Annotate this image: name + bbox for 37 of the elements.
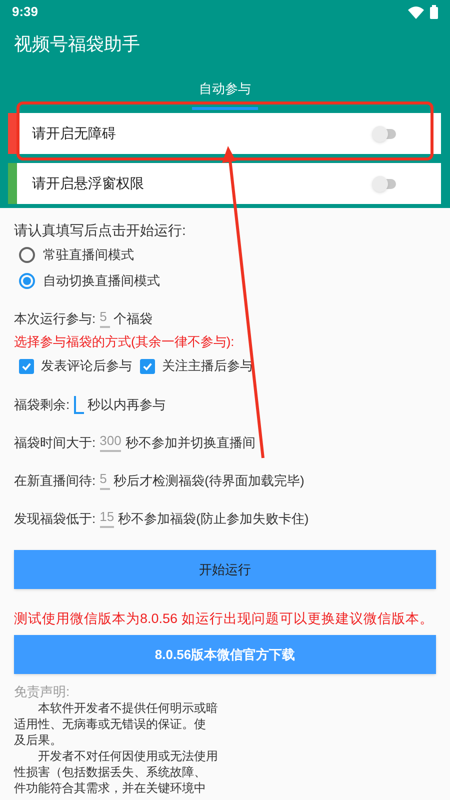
disclaimer-line: 性损害（包括数据丢失、系统故障、	[14, 764, 207, 780]
tab[interactable]: 自动参与	[192, 70, 258, 110]
field-suffix: 秒不参加并切换直播间	[125, 434, 256, 452]
field-suffix: 秒以内再参与	[88, 396, 166, 414]
permission-row[interactable]: 请开启悬浮窗权限	[8, 163, 441, 204]
field-suffix: 个福袋	[114, 310, 153, 328]
field-label: 发现福袋低于:	[14, 510, 96, 528]
toggle-switch[interactable]	[374, 178, 396, 188]
field-suffix: 秒不参加福袋(防止参加失败卡住)	[118, 510, 309, 528]
checkbox-option[interactable]: 关注主播后参与	[140, 356, 253, 376]
app-title: 视频号福袋助手	[13, 32, 141, 56]
permission-label: 请开启无障碍	[32, 124, 117, 143]
version-notice: 测试使用微信版本为8.0.56 如运行出现问题可以更换建议微信版本。	[14, 610, 434, 628]
field-label: 福袋时间大于:	[14, 434, 96, 452]
battery-icon	[430, 5, 438, 19]
disclaimer-line: 适用性、无病毒或无错误的保证。使	[14, 716, 207, 732]
permission-row[interactable]: 请开启无障碍	[8, 113, 441, 154]
disclaimer-title: 免责声明:	[14, 683, 71, 700]
field-suffix: 秒后才检测福袋(待界面加载完毕)	[114, 472, 304, 490]
radio-option[interactable]: 常驻直播间模式	[19, 242, 134, 268]
download-button[interactable]: 8.0.56版本微信官方下载	[14, 635, 436, 674]
start-button[interactable]: 开始运行	[14, 550, 436, 589]
checkbox-option[interactable]: 发表评论后参与	[19, 356, 132, 376]
status-time: 9:39	[12, 3, 38, 22]
wifi-icon	[408, 6, 424, 18]
hint-text: 选择参与福袋的方式(其余一律不参与):	[14, 333, 234, 351]
disclaimer-line: 本软件开发者不提供任何明示或暗	[37, 700, 219, 716]
disclaimer-line: 及后果。	[14, 732, 63, 748]
permission-label: 请开启悬浮窗权限	[32, 174, 145, 193]
field-label: 本次运行参与:	[14, 310, 96, 328]
disclaimer-line: 件功能符合其需求，并在关键环境中	[14, 780, 207, 796]
instruction-text: 请认真填写后点击开始运行:	[14, 221, 187, 240]
disclaimer-line: 开发者不对任何因使用或无法使用	[37, 748, 219, 764]
toggle-switch[interactable]	[374, 128, 396, 138]
radio-option[interactable]: 自动切换直播间模式	[19, 268, 160, 294]
field-label: 福袋剩余:	[14, 396, 70, 414]
field-label: 在新直播间待:	[14, 472, 96, 490]
